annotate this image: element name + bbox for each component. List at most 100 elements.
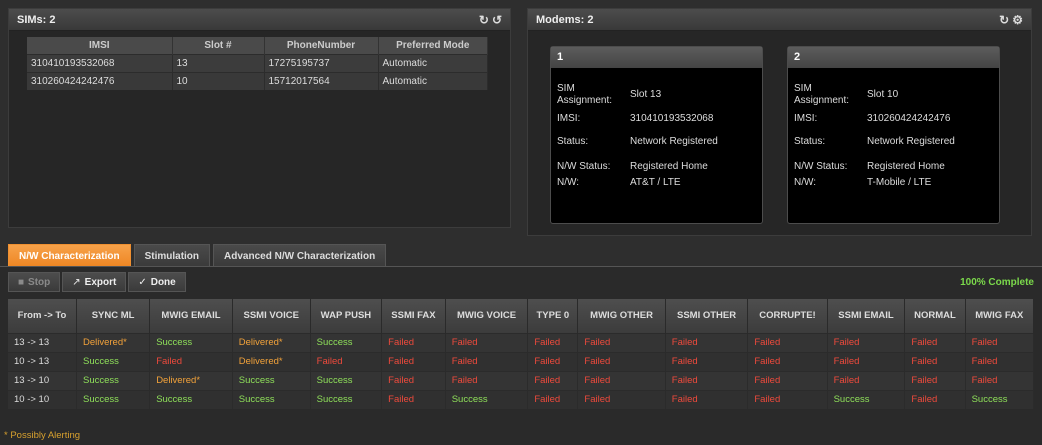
refresh-icon[interactable]: ↻ [999,14,1009,26]
sims-column-header[interactable]: Slot # [172,37,265,54]
modem-status: Network Registered [867,136,955,147]
footnote: * Possibly Alerting [4,430,81,441]
results-column-header[interactable]: SSMI VOICE [232,299,311,333]
modem-card-title: 2 [788,47,999,68]
sim-row[interactable]: 310410193532068 13 17275195737 Automatic [27,53,488,72]
result-cell: Failed [965,370,1035,390]
done-label: Done [150,276,176,288]
gear-icon[interactable]: ⚙ [1012,14,1023,26]
sim-preferred-mode: Automatic [378,53,488,72]
export-label: Export [84,276,117,288]
results-column-header[interactable]: MWIG OTHER [577,299,666,333]
export-button[interactable]: ↗ Export [62,272,127,292]
result-cell: Failed [904,389,966,409]
toolbar: ■ Stop ↗ Export ✓ Done 100% Complete [8,271,1034,293]
results-column-header[interactable]: From -> To [8,299,77,333]
results-column-header[interactable]: CORRUPTE! [747,299,828,333]
results-column-header[interactable]: TYPE 0 [527,299,579,333]
modem-nw: AT&T / LTE [630,177,681,188]
result-cell: Failed [904,332,966,352]
result-cell: Failed [965,351,1035,371]
route-cell: 10 -> 10 [8,389,77,409]
result-cell: Success [149,389,233,409]
sims-column-header[interactable]: Preferred Mode [378,37,488,54]
result-cell: Failed [665,389,749,409]
stop-button[interactable]: ■ Stop [8,272,61,292]
route-cell: 10 -> 13 [8,351,77,371]
characterization-area: ■ Stop ↗ Export ✓ Done 100% Complete Fro… [0,266,1042,445]
done-button[interactable]: ✓ Done [128,272,186,292]
result-cell: Failed [665,370,749,390]
results-column-header[interactable]: MWIG VOICE [445,299,529,333]
sim-preferred-mode: Automatic [378,71,488,90]
result-cell: Delivered* [232,351,311,371]
result-cell: Failed [381,332,446,352]
refresh-icon[interactable]: ↻ [479,14,489,26]
result-cell: Failed [665,332,749,352]
result-cell: Success [445,389,529,409]
modem-details: SIM Assignment: Slot 13 IMSI: 310410193532… [557,78,740,190]
results-column-header[interactable]: SYNC ML [76,299,151,333]
route-cell: 13 -> 13 [8,332,77,352]
modem-sim-assignment: Slot 13 [630,89,662,100]
results-column-header[interactable]: SSMI FAX [381,299,446,333]
result-cell: Failed [445,332,529,352]
stop-label: Stop [28,276,51,288]
stop-icon: ■ [18,276,25,288]
table-row[interactable]: 13 -> 10 Success Delivered* Success Success F… [8,370,1035,390]
result-cell: Failed [904,370,966,390]
tab-nw-characterization[interactable]: N/W Characterization [8,244,131,267]
sim-phone-number: 17275195737 [264,53,379,72]
tab-bar: N/W Characterization Stimulation Advance… [8,244,389,267]
result-cell: Success [310,370,383,390]
result-cell: Success [310,332,383,352]
result-cell: Failed [527,351,579,371]
sims-column-header[interactable]: PhoneNumber [264,37,379,54]
result-cell: Failed [827,332,906,352]
sims-column-header[interactable]: IMSI [27,37,173,54]
result-cell: Failed [665,351,749,371]
results-column-header[interactable]: MWIG EMAIL [149,299,233,333]
result-cell: Failed [445,351,529,371]
sim-slot: 10 [172,71,265,90]
result-cell: Failed [577,351,666,371]
results-column-header[interactable]: NORMAL [904,299,966,333]
results-column-header[interactable]: SSMI OTHER [665,299,749,333]
export-icon: ↗ [72,276,81,288]
result-cell: Success [827,389,906,409]
result-cell: Success [965,389,1035,409]
check-icon: ✓ [138,276,147,288]
result-cell: Success [232,389,311,409]
results-column-header[interactable]: SSMI EMAIL [827,299,906,333]
sims-table: IMSI Slot # PhoneNumber Preferred Mode 3… [27,37,488,90]
result-cell: Delivered* [232,332,311,352]
result-cell: Success [149,332,233,352]
modem-field-label: N/W Status: [557,161,611,172]
result-cell: Failed [527,389,579,409]
table-row[interactable]: 10 -> 13 Success Failed Delivered* Failed Fai… [8,351,1035,371]
modem-sim-assignment: Slot 10 [867,89,899,100]
modem-status: Network Registered [630,136,718,147]
result-cell: Failed [577,389,666,409]
tab-stimulation[interactable]: Stimulation [133,244,211,267]
result-cell: Failed [904,351,966,371]
results-column-header[interactable]: MWIG FAX [965,299,1035,333]
result-cell: Failed [381,389,446,409]
result-cell: Success [76,389,151,409]
modem-field-label: SIM Assignment: [557,83,613,106]
result-cell: Failed [747,332,828,352]
sim-row[interactable]: 310260424242476 10 15712017564 Automatic [27,71,488,90]
tab-advanced-nw-characterization[interactable]: Advanced N/W Characterization [213,244,387,267]
reload-icon[interactable]: ↺ [492,14,502,26]
result-cell: Failed [381,370,446,390]
sim-imsi: 310410193532068 [27,53,173,72]
modem-field-label: N/W: [794,177,817,188]
result-cell: Failed [747,351,828,371]
results-column-header[interactable]: WAP PUSH [310,299,383,333]
modem-details: SIM Assignment: Slot 10 IMSI: 310260424242… [794,78,977,190]
table-row[interactable]: 10 -> 10 Success Success Success Success Fail… [8,389,1035,409]
table-row[interactable]: 13 -> 13 Delivered* Success Delivered* Succe… [8,332,1035,352]
sims-panel: SIMs: 2 ↻ ↺ IMSI Slot # PhoneNumber Pref… [8,8,511,228]
modem-field-label: Status: [794,136,826,147]
modem-field-label: N/W: [557,177,580,188]
